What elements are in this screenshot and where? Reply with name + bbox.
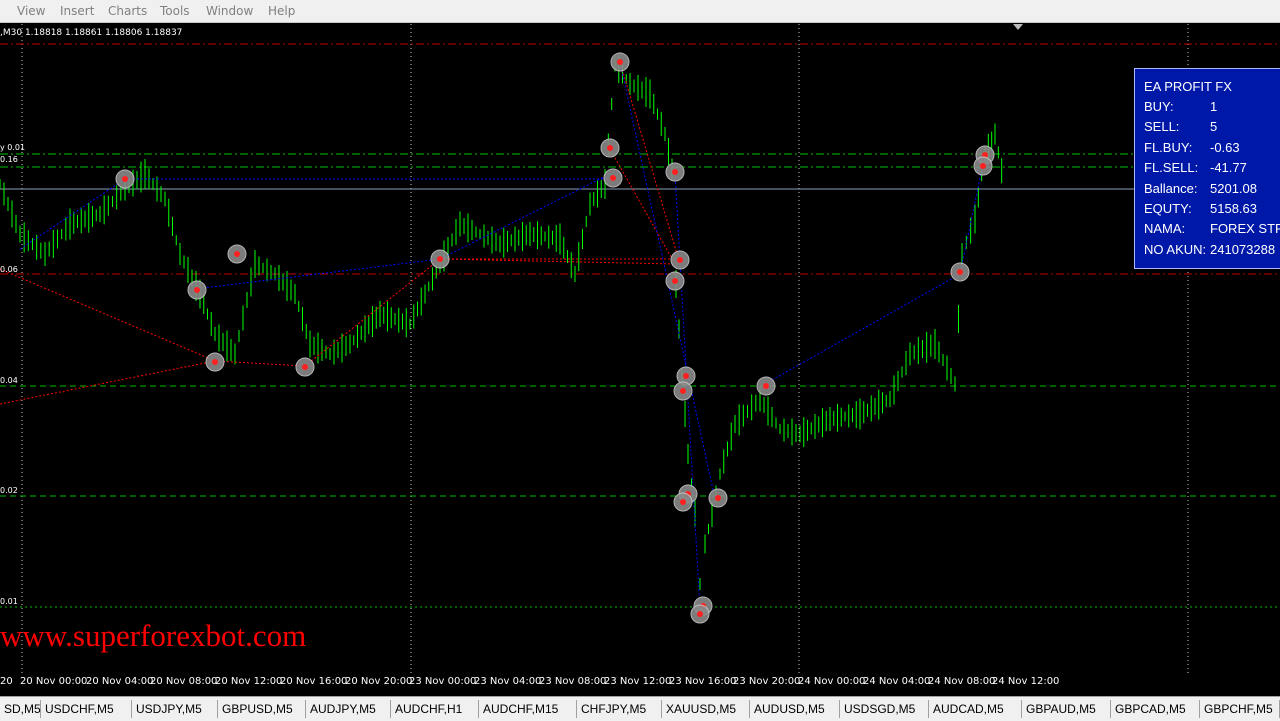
level-label: 0.04 bbox=[0, 376, 18, 385]
chart-tab[interactable]: GBPAUD,M5 bbox=[1022, 700, 1111, 718]
price-chart[interactable]: ,M30 1.18818 1.18861 1.18806 1.18837 y 0… bbox=[0, 24, 1280, 696]
trade-line bbox=[439, 173, 611, 260]
info-label: FL.SELL: bbox=[1144, 160, 1199, 175]
time-axis-label: 23 Nov 00:00 bbox=[409, 676, 477, 687]
trade-marker-dot bbox=[677, 257, 683, 263]
time-axis-label: 23 Nov 16:00 bbox=[669, 676, 737, 687]
level-label: 0.16 bbox=[0, 155, 18, 164]
chart-tab[interactable]: AUDCHF,M15 bbox=[479, 700, 577, 718]
menu-tools[interactable]: Tools bbox=[160, 4, 190, 18]
level-label: 0.06 bbox=[0, 265, 18, 274]
watermark-text: www.superforexbot.com bbox=[0, 618, 307, 653]
chart-canvas bbox=[0, 24, 1280, 676]
info-value: 241073288 bbox=[1210, 242, 1276, 257]
trade-marker-dot bbox=[763, 383, 769, 389]
chart-tab[interactable]: GBPCHF,M5 bbox=[1200, 700, 1280, 718]
menu-bar: View Insert Charts Tools Window Help bbox=[0, 0, 1280, 23]
chart-tab[interactable]: AUDCAD,M5 bbox=[929, 700, 1022, 718]
info-label: NAMA: bbox=[1144, 221, 1186, 236]
trade-marker-dot bbox=[194, 287, 200, 293]
trade-marker-dot bbox=[672, 169, 678, 175]
time-axis-label: 20 Nov 12:00 bbox=[215, 676, 283, 687]
level-label: 0.01 bbox=[0, 597, 18, 606]
info-label: EQUTY: bbox=[1144, 201, 1192, 216]
chart-tab[interactable]: GBPCAD,M5 bbox=[1111, 700, 1200, 718]
chart-tab[interactable]: AUDJPY,M5 bbox=[306, 700, 391, 718]
trade-line bbox=[0, 360, 216, 405]
trade-marker-dot bbox=[302, 364, 308, 370]
time-axis-label: 20 bbox=[0, 676, 13, 687]
info-label: SELL: bbox=[1144, 119, 1180, 134]
trade-marker-dot bbox=[212, 359, 218, 365]
chart-tab[interactable]: CHFJPY,M5 bbox=[577, 700, 662, 718]
trade-marker-dot bbox=[680, 388, 686, 394]
info-value: 5158.63 bbox=[1210, 201, 1257, 216]
trade-marker-dot bbox=[437, 256, 443, 262]
trade-line bbox=[764, 273, 961, 385]
info-value: 5 bbox=[1210, 119, 1218, 134]
menu-view[interactable]: View bbox=[17, 4, 45, 18]
time-axis-label: 20 Nov 04:00 bbox=[86, 676, 154, 687]
time-axis-label: 20 Nov 00:00 bbox=[20, 676, 88, 687]
menu-window[interactable]: Window bbox=[206, 4, 253, 18]
trade-line bbox=[0, 268, 216, 362]
menu-insert[interactable]: Insert bbox=[60, 4, 94, 18]
trade-line bbox=[609, 148, 676, 265]
chart-tab[interactable]: XAUUSD,M5 bbox=[662, 700, 750, 718]
chart-tab[interactable]: AUDUSD,M5 bbox=[750, 700, 840, 718]
trade-marker-dot bbox=[715, 495, 721, 501]
trade-marker-dot bbox=[957, 269, 963, 275]
time-axis-label: 20 Nov 08:00 bbox=[150, 676, 218, 687]
time-axis-label: 23 Nov 04:00 bbox=[474, 676, 542, 687]
info-label: NO AKUN: bbox=[1144, 242, 1207, 257]
time-axis-label: 24 Nov 12:00 bbox=[992, 676, 1060, 687]
menu-charts[interactable]: Charts bbox=[108, 4, 147, 18]
info-label: FL.BUY: bbox=[1144, 140, 1193, 155]
time-axis-label: 23 Nov 20:00 bbox=[733, 676, 801, 687]
time-axis-label: 24 Nov 04:00 bbox=[863, 676, 931, 687]
level-label: y 0.01 bbox=[0, 143, 26, 152]
chart-tab-bar: SD,M5 USDCHF,M5 USDJPY,M5 GBPUSD,M5 AUDJ… bbox=[0, 696, 1280, 721]
time-axis-label: 23 Nov 12:00 bbox=[604, 676, 672, 687]
level-label: 0.02 bbox=[0, 486, 18, 495]
ea-info-panel: EA PROFIT FX BUY: 1 SELL: 5 FL.BUY: -0.6… bbox=[1134, 68, 1280, 269]
chart-tab[interactable]: SD,M5 bbox=[0, 700, 41, 718]
trade-marker-dot bbox=[697, 611, 703, 617]
chart-tab[interactable]: USDCHF,M5 bbox=[41, 700, 132, 718]
trade-marker-dot bbox=[610, 175, 616, 181]
trade-marker-dot bbox=[607, 145, 613, 151]
info-value: -41.77 bbox=[1210, 160, 1247, 175]
time-axis-label: 23 Nov 08:00 bbox=[539, 676, 607, 687]
info-value: -0.63 bbox=[1210, 140, 1240, 155]
info-panel-title: EA PROFIT FX bbox=[1144, 79, 1232, 94]
info-label: BUY: bbox=[1144, 99, 1174, 114]
trade-marker-dot bbox=[234, 251, 240, 257]
trade-marker-dot bbox=[680, 499, 686, 505]
trade-marker-dot bbox=[122, 176, 128, 182]
trade-marker-dot bbox=[980, 163, 986, 169]
time-axis-label: 20 Nov 20:00 bbox=[345, 676, 413, 687]
trade-line bbox=[214, 360, 306, 367]
trade-marker-dot bbox=[672, 278, 678, 284]
menu-help[interactable]: Help bbox=[268, 4, 295, 18]
trade-marker-dot bbox=[683, 373, 689, 379]
info-value: 1 bbox=[1210, 99, 1218, 114]
time-axis-label: 24 Nov 00:00 bbox=[798, 676, 866, 687]
chart-tab[interactable]: GBPUSD,M5 bbox=[218, 700, 306, 718]
info-value: 5201.08 bbox=[1210, 181, 1257, 196]
info-label: Ballance: bbox=[1144, 181, 1198, 196]
trade-line bbox=[439, 258, 676, 265]
chart-tab[interactable]: USDJPY,M5 bbox=[132, 700, 218, 718]
time-axis-label: 20 Nov 16:00 bbox=[280, 676, 348, 687]
ohlc-header: ,M30 1.18818 1.18861 1.18806 1.18837 bbox=[0, 28, 183, 38]
chart-tab[interactable]: USDSGD,M5 bbox=[840, 700, 929, 718]
trade-marker-dot bbox=[617, 59, 623, 65]
chart-shift-marker[interactable] bbox=[1013, 24, 1023, 30]
time-axis-label: 24 Nov 08:00 bbox=[928, 676, 996, 687]
chart-tab[interactable]: AUDCHF,H1 bbox=[391, 700, 479, 718]
info-value: FOREX STR bbox=[1210, 221, 1280, 236]
